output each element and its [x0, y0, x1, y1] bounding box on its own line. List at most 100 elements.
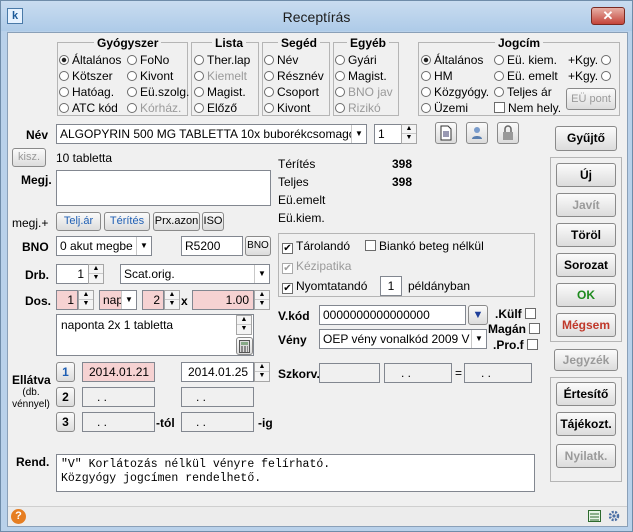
lista-magist-radio[interactable]: Magist. — [194, 85, 246, 99]
gyogyszer-atc-radio[interactable]: ATC kód — [59, 101, 118, 115]
dos-period-select[interactable]: naponta▼ — [99, 290, 137, 310]
spin-up-icon[interactable]: ▲ — [255, 291, 269, 300]
spin-down-icon[interactable]: ▼ — [402, 134, 416, 143]
terites-button[interactable]: Térítés — [104, 212, 150, 231]
lista-kiemelt-radio[interactable]: Kiemelt — [194, 69, 247, 83]
title-bar[interactable]: k Receptírás ✕ — [1, 1, 632, 31]
spin-down-icon[interactable]: ▼ — [165, 300, 179, 309]
gyogyszer-kotszer-radio[interactable]: Kötszer — [59, 69, 113, 83]
szkorv-field-2[interactable]: . . — [384, 363, 452, 383]
tajekozt-button[interactable]: Tájékozt. — [556, 412, 616, 436]
spin-up-icon[interactable]: ▲ — [255, 363, 269, 372]
vkod-input[interactable]: 0000000000000000 — [319, 305, 466, 325]
dos-amount-spinner[interactable]: ▲ ▼ — [254, 290, 270, 310]
scroll-down-icon[interactable]: ▼ — [237, 325, 251, 334]
calculator-button[interactable] — [236, 337, 253, 355]
ellatva-row-1-from[interactable]: 2014.01.21 — [82, 362, 155, 382]
seged-nev-radio[interactable]: Név — [264, 53, 298, 67]
jogcim-hm-radio[interactable]: HM — [421, 69, 453, 83]
close-button[interactable]: ✕ — [591, 7, 625, 25]
bno-select[interactable]: 0 akut megbe ▼ — [56, 236, 152, 256]
nev-qty-input[interactable]: 1 — [374, 124, 402, 144]
spin-up-icon[interactable]: ▲ — [402, 125, 416, 134]
szkorv-field-1[interactable] — [319, 363, 380, 383]
jogcim-euemelt-radio[interactable]: Eü. emelt — [494, 69, 558, 83]
jogcim-kgy1-radio[interactable]: +Kgy. — [568, 53, 614, 67]
megsem-button[interactable]: Mégsem — [556, 313, 616, 337]
kulf-checkbox[interactable]: Külf. — [495, 307, 536, 321]
prof-checkbox[interactable]: Pro.f. — [493, 338, 538, 352]
egyeb-gyari-radio[interactable]: Gyári — [335, 53, 377, 67]
tarolando-checkbox[interactable]: ✔ Tárolandó — [282, 239, 350, 254]
nev-combobox[interactable]: ALGOPYRIN 500 MG TABLETTA 10x buborékcso… — [56, 124, 367, 144]
jogcim-eukiem-radio[interactable]: Eü. kiem. — [494, 53, 557, 67]
search-person-button[interactable] — [466, 122, 488, 144]
jogcim-nemhely-checkbox[interactable]: Nem hely. — [494, 101, 561, 115]
seged-kivont-radio[interactable]: Kivont — [264, 101, 310, 115]
dos-count-spinner[interactable]: ▲ ▼ — [78, 290, 94, 310]
gyogyszer-hatoag-radio[interactable]: Hatóag. — [59, 85, 114, 99]
drb-input[interactable]: 1 — [56, 264, 89, 284]
jogcim-altalanos-radio[interactable]: Általános — [421, 53, 483, 67]
seged-csoport-radio[interactable]: Csoport — [264, 85, 319, 99]
settings-icon[interactable] — [607, 509, 621, 523]
egyeb-magist-radio[interactable]: Magist. — [335, 69, 387, 83]
ellatva-row-1-spinner[interactable]: ▲ ▼ — [254, 362, 270, 382]
chevron-down-icon[interactable]: ▼ — [136, 237, 151, 255]
spin-down-icon[interactable]: ▼ — [89, 274, 103, 283]
ellatva-row-3-from[interactable]: . . — [82, 412, 155, 432]
gyogyszer-euszolg-radio[interactable]: Eü.szolg. — [127, 85, 189, 99]
spin-up-icon[interactable]: ▲ — [79, 291, 93, 300]
jegyzek-button[interactable]: Jegyzék — [554, 349, 618, 371]
ellatva-row-1-to[interactable]: 2014.01.25 — [181, 362, 254, 382]
spin-down-icon[interactable]: ▼ — [79, 300, 93, 309]
seged-resznev-radio[interactable]: Résznév — [264, 69, 324, 83]
dos-text-area[interactable]: naponta 2x 1 tabletta — [56, 314, 254, 356]
chevron-down-icon[interactable]: ▼ — [471, 330, 486, 348]
prx-azon-button[interactable]: Prx.azon — [153, 212, 200, 231]
telj-ar-button[interactable]: Telj.ár — [56, 212, 101, 231]
chevron-down-icon[interactable]: ▼ — [351, 125, 366, 143]
dos-count2-input[interactable]: 2 — [142, 290, 164, 310]
ellatva-row-2-button[interactable]: 2 — [56, 387, 75, 407]
nyomtatando-checkbox[interactable]: ✔ Nyomtatandó — [282, 279, 367, 294]
help-icon[interactable]: ? — [11, 509, 26, 524]
uj-button[interactable]: Új — [556, 163, 616, 187]
dos-amount-input[interactable]: 1.00 — [192, 290, 254, 310]
bno-button[interactable]: BNO — [245, 236, 271, 256]
spin-up-icon[interactable]: ▲ — [89, 265, 103, 274]
javit-button[interactable]: Javít — [556, 193, 616, 217]
jogcim-uzemi-radio[interactable]: Üzemi — [421, 101, 468, 115]
jogcim-teljesar-radio[interactable]: Teljes ár — [494, 85, 552, 99]
drb-unit-select[interactable]: Scat.orig. ▼ — [120, 264, 270, 284]
gyogyszer-altalanos-radio[interactable]: Általános — [59, 53, 121, 67]
document-icon-button[interactable] — [435, 122, 457, 144]
gyogyszer-kivont-radio[interactable]: Kivont — [127, 69, 173, 83]
ellatva-row-2-to[interactable]: . . — [181, 387, 254, 407]
chevron-down-icon[interactable]: ▼ — [121, 291, 136, 309]
eu-pont-button[interactable]: EÜ pont — [566, 88, 616, 110]
lock-button[interactable] — [497, 122, 519, 144]
lista-elozo-radio[interactable]: Előző — [194, 101, 237, 115]
nyilatk-button[interactable]: Nyilatk. — [556, 444, 616, 468]
dos-count-input[interactable]: 1 — [56, 290, 78, 310]
szkorv-field-3[interactable]: . . — [464, 363, 532, 383]
gyogyszer-korhaz-radio[interactable]: Kórház. — [127, 101, 181, 115]
list-icon[interactable] — [588, 510, 601, 522]
egyeb-rizko-radio[interactable]: Rizikó — [335, 101, 381, 115]
ellatva-row-3-button[interactable]: 3 — [56, 412, 75, 432]
sorozat-button[interactable]: Sorozat — [556, 253, 616, 277]
ok-button[interactable]: OK — [556, 283, 616, 307]
kisz-button[interactable]: kisz. — [12, 148, 46, 167]
spin-down-icon[interactable]: ▼ — [255, 300, 269, 309]
ellatva-row-3-to[interactable]: . . — [181, 412, 254, 432]
drb-spinner[interactable]: ▲ ▼ — [88, 264, 104, 284]
veny-select[interactable]: OEP vény vonalkód 2009 V ▼ — [319, 329, 487, 349]
dos-count2-spinner[interactable]: ▲ ▼ — [164, 290, 180, 310]
gyujto-button[interactable]: Gyűjtő — [555, 126, 617, 151]
nev-qty-spinner[interactable]: ▲ ▼ — [401, 124, 417, 144]
dos-text-scroll[interactable]: ▲ ▼ — [236, 315, 252, 335]
spin-up-icon[interactable]: ▲ — [165, 291, 179, 300]
chevron-down-icon[interactable]: ▼ — [254, 265, 269, 283]
vkod-down-button[interactable]: ▼ — [468, 305, 488, 325]
